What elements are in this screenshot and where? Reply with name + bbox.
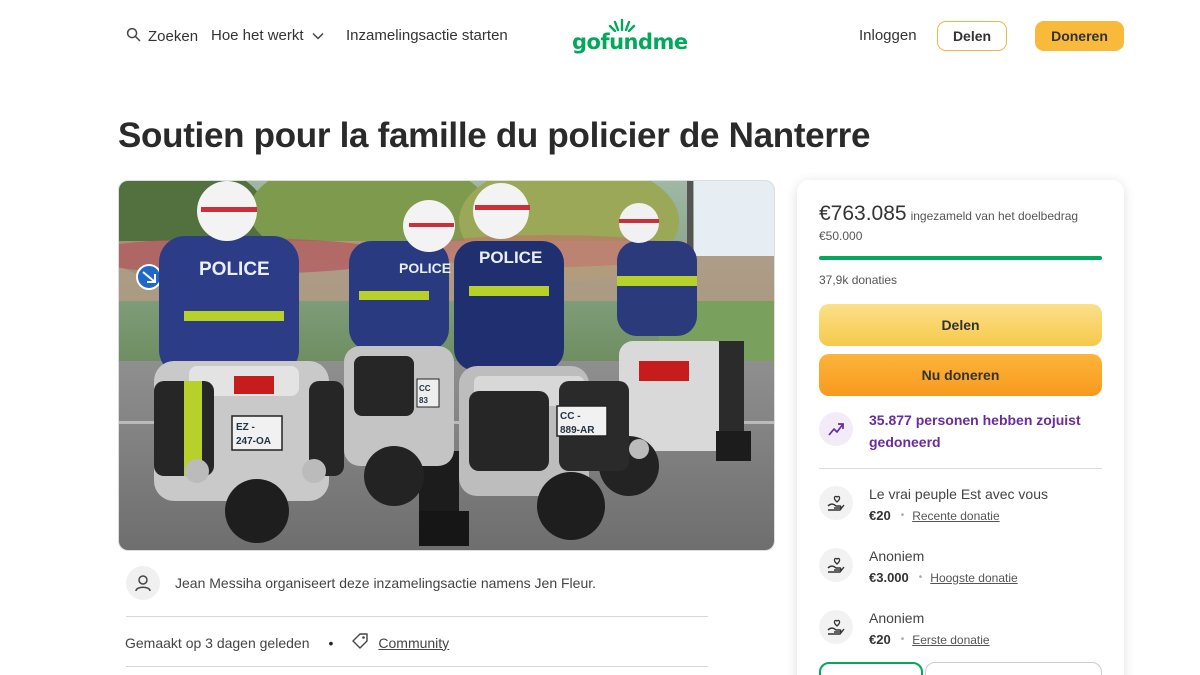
svg-text:POLICE: POLICE: [479, 248, 542, 267]
site-header: Zoeken Hoe het werkt Inzamelingsactie st…: [0, 0, 1200, 72]
search-label: Zoeken: [148, 28, 199, 45]
donation-tag-link[interactable]: Recente donatie: [912, 509, 999, 523]
separator-dot: •: [900, 510, 905, 521]
svg-text:CC: CC: [419, 384, 431, 393]
divider: [126, 666, 708, 667]
police-motorcycles-image: POLICE CC - 889-AR POLICE CC 83 POLICE E…: [119, 181, 774, 550]
trend-notice: 35.877 personen hebben zojuist gedoneerd: [819, 412, 1102, 453]
donor-name: Le vrai peuple Est avec vous: [869, 486, 1048, 502]
svg-text:EZ -: EZ -: [236, 422, 255, 433]
avatar[interactable]: [126, 566, 160, 600]
donor-name: Anoniem: [869, 610, 925, 626]
how-it-works-label: Hoe het werkt: [211, 27, 304, 44]
raised-amount-line: €763.085 ingezameld van het doelbedrag: [819, 202, 1078, 226]
donor-name: Anoniem: [869, 548, 925, 564]
user-icon: [135, 575, 151, 592]
donor-item: Anoniem €3.000 • Hoogste donatie: [819, 548, 1102, 585]
created-date: Gemaakt op 3 dagen geleden: [125, 634, 310, 651]
donation-hand-icon: [819, 486, 853, 520]
tag-icon: [350, 631, 370, 654]
donor-amount: €3.000: [869, 570, 909, 585]
search-link[interactable]: Zoeken: [126, 27, 198, 46]
goal-amount: €50.000: [819, 229, 863, 243]
donation-count: 37,9k donaties: [819, 273, 898, 287]
donation-tag-link[interactable]: Eerste donatie: [912, 633, 989, 647]
divider: [126, 616, 708, 617]
donor-item: Le vrai peuple Est avec vous €20 • Recen…: [819, 486, 1102, 523]
trending-up-icon: [819, 412, 853, 446]
progress-bar: [819, 256, 1102, 260]
trend-text: 35.877 personen hebben zojuist gedoneerd: [869, 412, 1081, 450]
campaign-photo[interactable]: POLICE CC - 889-AR POLICE CC 83 POLICE E…: [118, 180, 775, 551]
divider: [819, 468, 1102, 469]
donor-amount: €20: [869, 508, 891, 523]
donate-button-header[interactable]: Doneren: [1035, 21, 1124, 51]
start-fundraiser-link[interactable]: Inzamelingsactie starten: [346, 27, 508, 44]
svg-text:POLICE: POLICE: [199, 259, 270, 280]
svg-text:CC -: CC -: [560, 411, 581, 422]
separator-dot: •: [900, 634, 905, 645]
svg-text:POLICE: POLICE: [399, 260, 451, 276]
tab-all-donations[interactable]: Alle: [819, 662, 923, 675]
donor-amount: €20: [869, 632, 891, 647]
donation-card: €763.085 ingezameld van het doelbedrag €…: [797, 180, 1124, 675]
organizer-text: Jean Messiha organiseert deze inzameling…: [175, 575, 597, 591]
donation-hand-icon: [819, 548, 853, 582]
share-button-header[interactable]: Delen: [937, 21, 1007, 51]
page-title: Soutien pour la famille du policier de N…: [118, 116, 871, 155]
category-link[interactable]: Community: [378, 635, 449, 651]
donor-item: Anoniem €20 • Eerste donatie: [819, 610, 1102, 647]
share-button[interactable]: Delen: [819, 304, 1102, 346]
svg-text:889-AR: 889-AR: [560, 425, 595, 436]
campaign-meta: Gemaakt op 3 dagen geleden • Community: [125, 631, 449, 654]
donate-now-button[interactable]: Nu doneren: [819, 354, 1102, 396]
donation-tag-link[interactable]: Hoogste donatie: [930, 571, 1017, 585]
svg-text:83: 83: [419, 396, 428, 405]
separator-dot: •: [918, 572, 923, 583]
raised-amount: €763.085: [819, 202, 907, 225]
donation-hand-icon: [819, 610, 853, 644]
search-icon: [126, 27, 141, 46]
how-it-works-menu[interactable]: Hoe het werkt: [211, 27, 324, 44]
tab-top-donations[interactable]: Hoogste donaties: [925, 662, 1102, 675]
gofundme-logo[interactable]: gofundme: [572, 18, 688, 54]
svg-text:247-OA: 247-OA: [236, 436, 271, 447]
separator-dot: •: [328, 634, 334, 651]
chevron-down-icon: [312, 27, 324, 44]
organizer-row: Jean Messiha organiseert deze inzameling…: [126, 566, 596, 600]
logo-text: gofundme: [572, 30, 688, 54]
raised-suffix: ingezameld van het doelbedrag: [910, 209, 1079, 223]
progress-fill: [819, 256, 1102, 260]
login-link[interactable]: Inloggen: [859, 27, 917, 44]
